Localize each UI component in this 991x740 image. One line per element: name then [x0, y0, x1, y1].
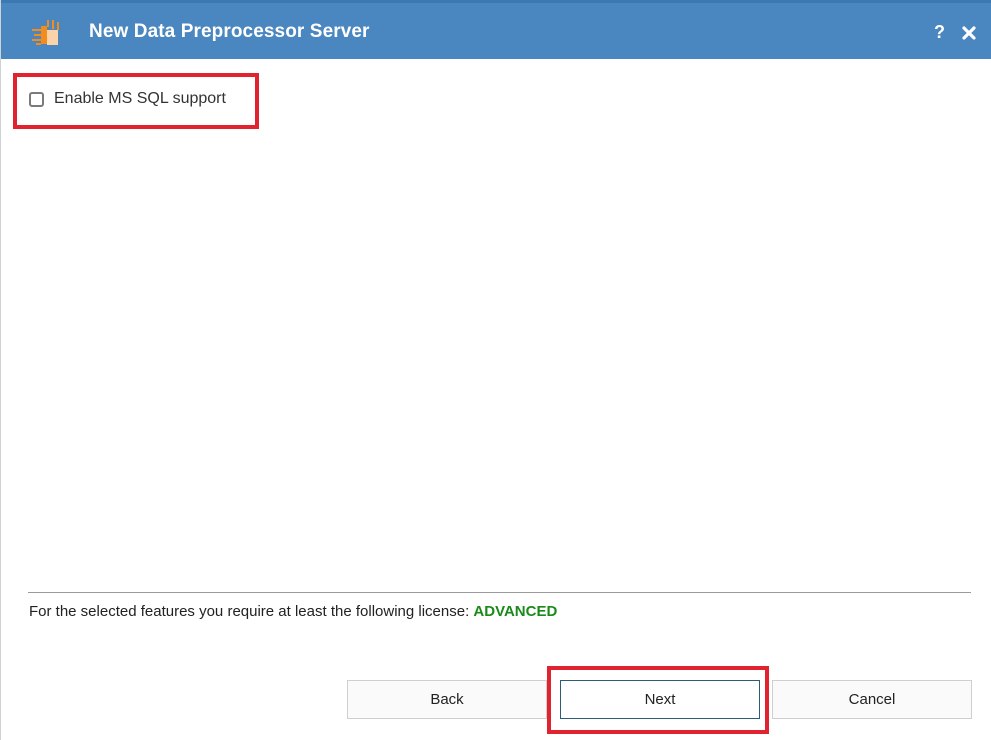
- data-preprocessor-server-icon: [32, 20, 59, 45]
- cancel-button[interactable]: Cancel: [772, 680, 972, 719]
- license-requirement: For the selected features you require at…: [29, 603, 557, 620]
- new-server-dialog: New Data Preprocessor Server ? Enable MS…: [0, 0, 991, 740]
- license-level: ADVANCED: [473, 603, 558, 620]
- license-text: For the selected features you require at…: [29, 603, 474, 620]
- ms-sql-checkbox[interactable]: [29, 91, 44, 107]
- back-button[interactable]: Back: [347, 680, 547, 719]
- help-icon[interactable]: ?: [934, 22, 945, 43]
- ms-sql-checkbox-label: Enable MS SQL support: [54, 90, 226, 107]
- close-icon[interactable]: [961, 25, 977, 41]
- ms-sql-option[interactable]: Enable MS SQL support: [29, 88, 226, 110]
- dialog-titlebar: New Data Preprocessor Server ?: [1, 0, 991, 59]
- divider: [28, 592, 971, 593]
- dialog-title: New Data Preprocessor Server: [89, 21, 370, 42]
- next-button[interactable]: Next: [560, 680, 760, 719]
